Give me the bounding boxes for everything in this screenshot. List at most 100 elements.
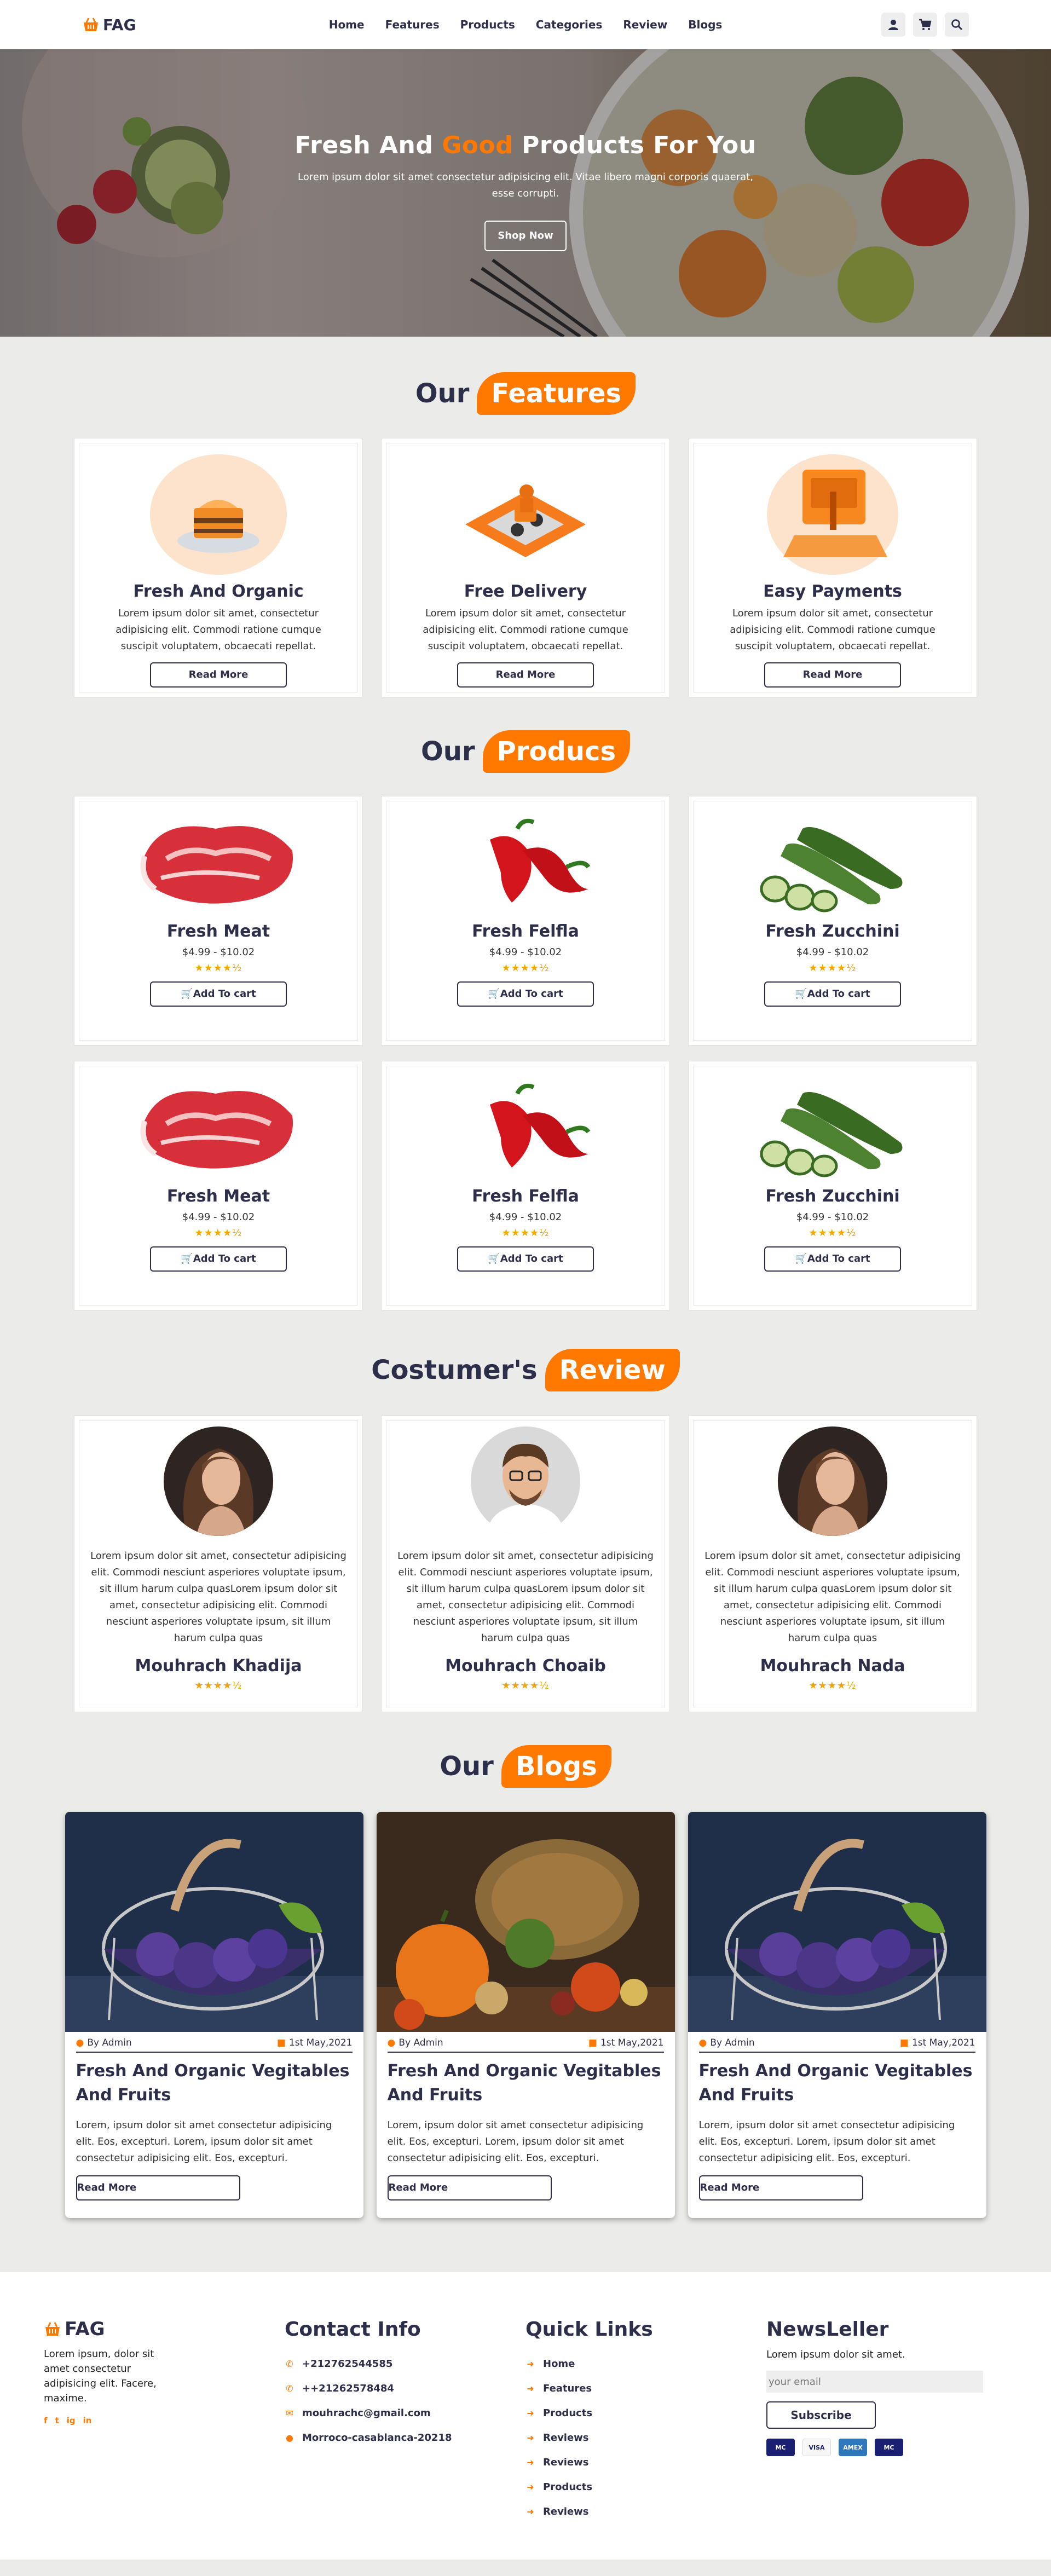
brand-name: FAG [65, 2318, 105, 2340]
quick-link[interactable]: ➜ Reviews [526, 2450, 766, 2475]
add-to-cart-button[interactable]: 🛒Add To cart [150, 981, 287, 1007]
product-card: Fresh Meat $4.99 - $10.02 ★★★★½ 🛒Add To … [74, 796, 363, 1046]
blog-author: ● By Admin [699, 2037, 755, 2048]
avatar [164, 1426, 273, 1536]
read-more-button[interactable]: Read More [387, 2175, 552, 2200]
brand-name: FAG [103, 15, 136, 34]
rating-stars: ★★★★½ [809, 1680, 857, 1691]
product-name: Fresh Meat [166, 1187, 270, 1206]
footer-newsletter: NewsLeller Lorem ipsum dolor sit amet. S… [766, 2318, 1007, 2560]
contact-list: ✆ +212762544585 ✆ ++21262578484 ✉ mouhrachc… [285, 2352, 526, 2450]
basket-icon [45, 2322, 60, 2336]
review-card: Lorem ipsum dolor sit amet, consectetur … [688, 1416, 977, 1712]
blog-card: ● By Admin ■ 1st May,2021 Fresh And Organi… [65, 1812, 363, 2218]
add-to-cart-button[interactable]: 🛒Add To cart [457, 1246, 594, 1272]
add-to-cart-button[interactable]: 🛒Add To cart [764, 1246, 901, 1272]
review-grid: Lorem ipsum dolor sit amet, consectetur … [74, 1416, 977, 1712]
email-field[interactable] [766, 2371, 983, 2393]
arrow-right-icon: ➜ [527, 2506, 534, 2517]
quick-link[interactable]: ➜ Products [526, 2401, 766, 2425]
blog-date: ■ 1st May,2021 [900, 2037, 975, 2048]
contact-item: ✆ ++21262578484 [285, 2376, 526, 2401]
instagram-icon[interactable]: ig [67, 2416, 76, 2425]
add-to-cart-button[interactable]: 🛒Add To cart [457, 981, 594, 1007]
product-card: Fresh Zucchini $4.99 - $10.02 ★★★★½ 🛒Add… [688, 796, 977, 1046]
product-name: Fresh Felfla [472, 1187, 579, 1206]
read-more-button[interactable]: Read More [457, 662, 594, 688]
rating-stars: ★★★★½ [501, 1227, 550, 1239]
blog-card: ● By Admin ■ 1st May,2021 Fresh And Organi… [688, 1812, 986, 2218]
amex-icon: AMEX [839, 2439, 867, 2456]
add-to-cart-button[interactable]: 🛒Add To cart [764, 981, 901, 1007]
read-more-button[interactable]: Read More [76, 2175, 240, 2200]
site-footer: FAG Lorem ipsum, dolor sit amet consecte… [0, 2272, 1051, 2560]
heading-accent: Features [477, 372, 636, 415]
nav-blogs[interactable]: Blogs [688, 18, 722, 31]
quick-link[interactable]: ➜ Reviews [526, 2425, 766, 2450]
quick-link[interactable]: ➜ Reviews [526, 2499, 766, 2524]
cart-icon: 🛒 [488, 1253, 500, 1264]
product-name: Fresh Zucchini [765, 1187, 900, 1206]
blog-author-text: By Admin [710, 2037, 755, 2048]
product-price: $4.99 - $10.02 [489, 946, 562, 958]
cart-icon [919, 19, 932, 30]
arrow-right-icon: ➜ [527, 2408, 534, 2418]
add-to-cart-label: Add To cart [807, 988, 870, 1000]
nav-home[interactable]: Home [329, 18, 365, 31]
read-more-button[interactable]: Read More [150, 662, 287, 688]
user-icon: ● [698, 2037, 707, 2048]
add-to-cart-label: Add To cart [500, 988, 563, 1000]
subscribe-button[interactable]: Subscribe [766, 2401, 876, 2429]
blog-title: Fresh And Organic Vegitables And Fruits [387, 2061, 661, 2105]
contact-item: ✉ mouhrachc@gmail.com [285, 2401, 526, 2425]
quick-link[interactable]: ➜ Features [526, 2376, 766, 2401]
product-price: $4.99 - $10.02 [796, 1211, 869, 1223]
blog-text: Lorem, ipsum dolor sit amet consectetur … [387, 2119, 644, 2164]
product-card: Fresh Meat $4.99 - $10.02 ★★★★½ 🛒Add To … [74, 1061, 363, 1310]
hero-title-part: Products For You [513, 131, 757, 159]
nav-review[interactable]: Review [623, 18, 667, 31]
brand-logo[interactable]: FAG [82, 16, 136, 34]
twitter-icon[interactable]: t [55, 2416, 59, 2425]
review-text: Lorem ipsum dolor sit amet, consectetur … [704, 1550, 961, 1644]
cart-icon: 🛒 [795, 1253, 807, 1264]
rating-stars: ★★★★½ [194, 1680, 242, 1691]
blog-date-text: 1st May,2021 [911, 2037, 975, 2048]
product-image [128, 807, 309, 916]
user-icon: ● [387, 2037, 396, 2048]
nav-categories[interactable]: Categories [536, 18, 603, 31]
read-more-button[interactable]: Read More [764, 662, 901, 688]
rating-stars: ★★★★½ [501, 962, 550, 974]
contact-text: mouhrachc@gmail.com [302, 2407, 431, 2419]
quick-link[interactable]: ➜ Home [526, 2352, 766, 2376]
avatar [471, 1426, 580, 1536]
read-more-button[interactable]: Read More [698, 2175, 863, 2200]
user-icon [888, 20, 898, 30]
product-price: $4.99 - $10.02 [182, 1211, 255, 1223]
blog-title: Fresh And Organic Vegitables And Fruits [76, 2061, 350, 2105]
linkedin-icon[interactable]: in [83, 2416, 92, 2425]
blog-date: ■ 1st May,2021 [277, 2037, 353, 2048]
hero-title: Fresh And Good Products For You [0, 131, 1051, 159]
rating-stars: ★★★★½ [194, 1227, 242, 1239]
nav-products[interactable]: Products [460, 18, 515, 31]
blog-image [376, 1812, 675, 2032]
heading-plain: Costumer's [371, 1355, 538, 1385]
search-button[interactable] [945, 13, 969, 37]
quick-link[interactable]: ➜ Products [526, 2475, 766, 2499]
facebook-icon[interactable]: f [44, 2416, 48, 2425]
blog-author: ● By Admin [388, 2037, 443, 2048]
user-button[interactable] [881, 13, 905, 37]
add-to-cart-button[interactable]: 🛒Add To cart [150, 1246, 287, 1272]
shop-now-button[interactable]: Shop Now [484, 221, 567, 251]
product-image [435, 1072, 616, 1181]
cart-button[interactable] [913, 13, 937, 37]
footer-logo[interactable]: FAG [44, 2318, 285, 2340]
product-name: Fresh Zucchini [765, 922, 900, 941]
blog-meta: ● By Admin ■ 1st May,2021 [76, 2032, 353, 2053]
calendar-icon: ■ [899, 2037, 909, 2048]
hero-text: Lorem ipsum dolor sit amet consectetur a… [298, 171, 753, 199]
nav-features[interactable]: Features [385, 18, 440, 31]
feature-title: Easy Payments [763, 582, 902, 601]
arrow-right-icon: ➜ [527, 2457, 534, 2468]
